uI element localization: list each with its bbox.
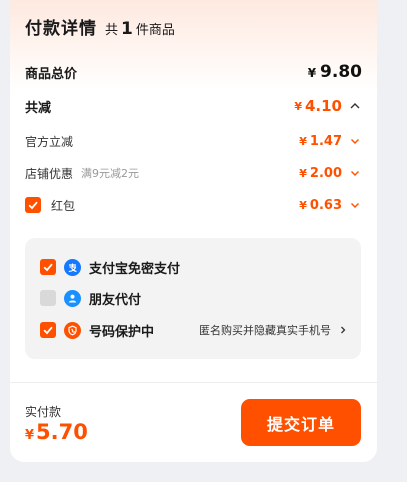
currency-symbol: ¥ — [299, 134, 307, 148]
red-packet-amount: 0.63 — [309, 197, 342, 213]
phone-protect-checkbox[interactable] — [40, 322, 56, 338]
check-icon — [43, 263, 53, 272]
item-count-suffix: 件商品 — [135, 23, 175, 38]
chevron-right-icon — [341, 326, 346, 334]
shop-discount-rule: 满9元减2元 — [81, 167, 140, 180]
official-discount-amount: 1.47 — [309, 133, 342, 149]
phone-protect-label: 号码保护中 — [89, 324, 155, 340]
currency-symbol: ¥ — [25, 428, 35, 443]
chevron-up-icon[interactable] — [348, 99, 362, 113]
official-discount-row[interactable]: 官方立减 ¥ 1.47 — [25, 130, 362, 152]
item-count: 1 — [121, 19, 133, 39]
shop-discount-amount: 2.00 — [309, 165, 342, 181]
alipay-icon — [64, 258, 81, 276]
check-icon — [43, 326, 53, 335]
friend-pay-option[interactable]: 朋友代付 — [40, 288, 349, 308]
payment-options-box: 支付宝免密支付 朋友代付 号码保护中 匿名购买并隐藏真实手机号 — [25, 238, 361, 359]
chevron-down-icon[interactable] — [348, 198, 362, 212]
payment-details-card: 付款详情 共 1 件商品 商品总价 ¥9.80 共减 ¥ 4.10 官方立减 ¥… — [10, 0, 377, 462]
phone-protect-option[interactable]: 号码保护中 匿名购买并隐藏真实手机号 — [40, 320, 349, 340]
friend-pay-icon — [64, 289, 81, 307]
currency-symbol: ¥ — [299, 198, 307, 212]
header: 付款详情 共 1 件商品 — [25, 14, 175, 39]
phone-protect-hint[interactable]: 匿名购买并隐藏真实手机号 — [199, 322, 349, 338]
phone-protect-hint-text: 匿名购买并隐藏真实手机号 — [199, 324, 331, 337]
goods-total-row: 商品总价 ¥9.80 — [25, 60, 362, 84]
alipay-checkbox[interactable] — [40, 259, 56, 275]
discount-total-value: ¥ 4.10 — [294, 97, 362, 115]
item-count-prefix: 共 — [105, 23, 119, 38]
phone-protect-icon — [64, 321, 81, 339]
chevron-down-icon[interactable] — [348, 166, 362, 180]
discount-total-amount: 4.10 — [304, 97, 342, 115]
red-packet-label: 红包 — [51, 198, 76, 213]
red-packet-value: ¥ 0.63 — [299, 198, 362, 213]
goods-total-amount: 9.80 — [320, 62, 362, 82]
official-discount-label: 官方立减 — [25, 134, 74, 149]
official-discount-value: ¥ 1.47 — [299, 134, 362, 149]
alipay-label: 支付宝免密支付 — [89, 261, 181, 277]
goods-total-value: ¥9.80 — [308, 62, 362, 82]
alipay-option[interactable]: 支付宝免密支付 — [40, 257, 349, 277]
check-icon — [28, 201, 38, 210]
currency-symbol: ¥ — [299, 166, 307, 180]
friend-pay-label: 朋友代付 — [89, 292, 142, 308]
total-amount: 5.70 — [36, 420, 88, 444]
shop-discount-value: ¥ 2.00 — [299, 166, 362, 181]
goods-total-label: 商品总价 — [25, 66, 78, 82]
shop-discount-label: 店铺优惠 — [25, 166, 74, 181]
friend-pay-checkbox[interactable] — [40, 290, 56, 306]
divider — [10, 382, 377, 383]
submit-order-button[interactable]: 提交订单 — [241, 399, 361, 446]
currency-symbol: ¥ — [307, 66, 317, 80]
red-packet-row[interactable]: 红包 ¥ 0.63 — [25, 194, 362, 216]
chevron-down-icon[interactable] — [348, 134, 362, 148]
total-value: ¥5.70 — [25, 420, 88, 444]
currency-symbol: ¥ — [294, 99, 302, 113]
discount-total-label: 共减 — [25, 100, 52, 116]
red-packet-checkbox[interactable] — [25, 197, 41, 213]
total-label: 实付款 — [25, 405, 62, 419]
shop-discount-row[interactable]: 店铺优惠 满9元减2元 ¥ 2.00 — [25, 162, 362, 184]
discount-total-row[interactable]: 共减 ¥ 4.10 — [25, 94, 362, 118]
page-title: 付款详情 — [25, 19, 97, 39]
